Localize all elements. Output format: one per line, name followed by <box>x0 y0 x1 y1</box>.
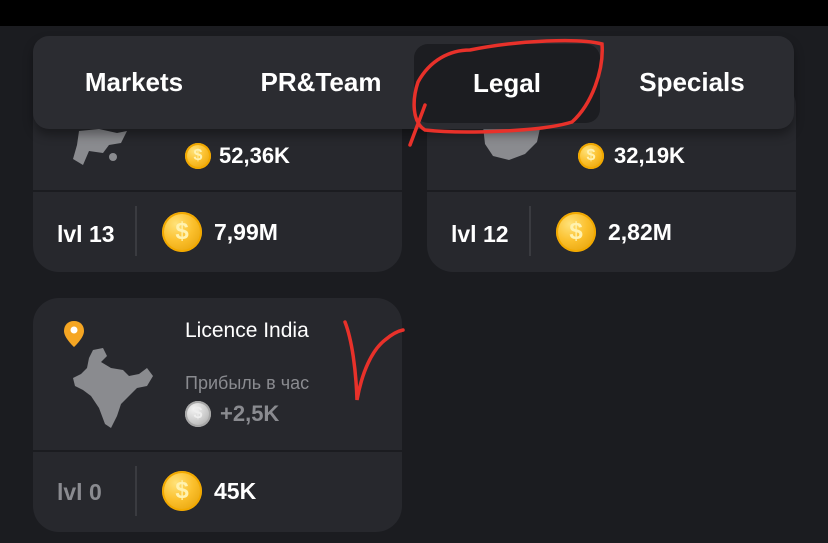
tab-pr-team[interactable]: PR&Team <box>221 36 421 129</box>
divider <box>427 190 796 192</box>
india-map-icon <box>73 348 153 428</box>
coin-icon: $ <box>185 401 211 427</box>
upgrade-cost: 2,82M <box>608 219 672 245</box>
card-title: Licence India <box>185 319 309 342</box>
map-icon <box>73 129 127 165</box>
level-label: lvl 13 <box>57 221 115 247</box>
level-label: lvl 0 <box>57 479 102 505</box>
upgrade-cost: 45K <box>214 478 257 504</box>
coin-icon: $ <box>185 143 211 169</box>
card-licence-india[interactable]: Licence India Прибыль в час $ +2,5K lvl … <box>33 298 402 532</box>
divider <box>135 206 137 256</box>
profit-per-hour-label: Прибыль в час <box>185 373 310 393</box>
divider <box>529 206 531 256</box>
category-tabs: Markets PR&Team Legal Specials <box>33 36 794 129</box>
profit-value: +2,5K <box>220 401 280 426</box>
coin-icon: $ <box>162 471 202 511</box>
profit-value: 32,19K <box>614 143 685 168</box>
location-pin-icon <box>64 321 84 347</box>
tab-legal[interactable]: Legal <box>414 44 600 123</box>
status-bar <box>0 0 828 26</box>
upgrade-cost: 7,99M <box>214 219 278 245</box>
coin-icon: $ <box>578 143 604 169</box>
coin-icon: $ <box>162 212 202 252</box>
divider <box>33 190 402 192</box>
tab-markets[interactable]: Markets <box>33 36 235 129</box>
tab-specials[interactable]: Specials <box>599 36 785 129</box>
divider <box>135 466 137 516</box>
coin-icon: $ <box>556 212 596 252</box>
level-label: lvl 12 <box>451 221 509 247</box>
profit-value: 52,36K <box>219 143 290 168</box>
divider <box>33 450 402 452</box>
